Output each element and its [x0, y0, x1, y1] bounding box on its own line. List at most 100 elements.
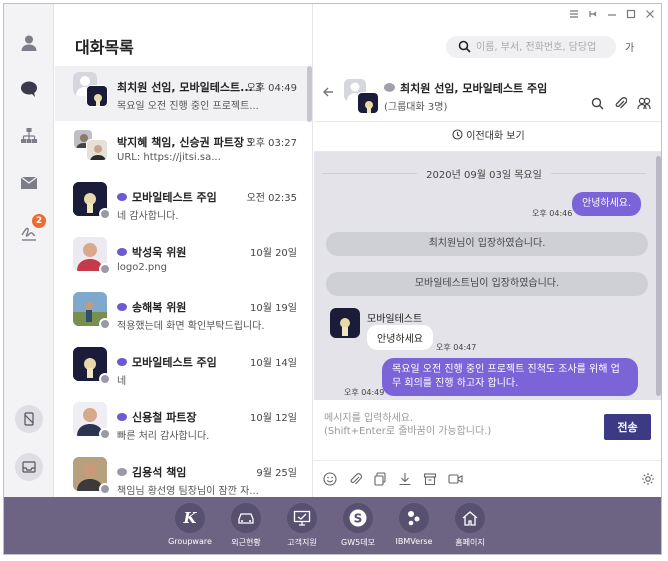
- message-time: 오후 04:47: [436, 343, 477, 352]
- avatar: [73, 402, 111, 440]
- avatar-photo: [86, 85, 108, 107]
- dock-item-field-work[interactable]: 외근현황: [214, 503, 278, 548]
- attach-icon[interactable]: [348, 472, 362, 486]
- dock-item-groupware[interactable]: K Groupware: [158, 503, 222, 546]
- list-item[interactable]: 모바일테스트 주임 10월 14일 네: [55, 341, 307, 396]
- chat-bubble-icon: [117, 248, 127, 256]
- status-dot: [99, 208, 111, 220]
- message-time: 오후 04:49: [344, 388, 385, 397]
- chat-header-actions: [591, 97, 651, 110]
- archive-icon[interactable]: [423, 472, 437, 486]
- inbox-icon[interactable]: [15, 453, 43, 481]
- maximize-icon[interactable]: [626, 9, 636, 19]
- side-rail: 2: [4, 4, 54, 497]
- list-item[interactable]: 신용철 파트장 10월 12일 빠른 처리 감사합니다.: [55, 396, 307, 451]
- sign-badge: 2: [32, 214, 46, 228]
- message-input[interactable]: [324, 412, 594, 448]
- list-item[interactable]: 박지혜 책임, 신승권 파트장 3 오후 03:27 URL: https://j…: [55, 121, 307, 176]
- avatar: [73, 72, 109, 108]
- status-dot: [99, 263, 111, 275]
- avatar-photo: [357, 92, 379, 114]
- conversation-name: 최치원 선임, 모바일테스트... 3: [117, 81, 262, 94]
- avatar-photo: [86, 139, 108, 161]
- conversation-time: 오전 02:35: [246, 193, 297, 204]
- font-size-button[interactable]: 가: [625, 39, 634, 54]
- attach-icon[interactable]: [614, 97, 627, 110]
- org-icon[interactable]: [14, 121, 44, 151]
- settings-icon[interactable]: [641, 472, 655, 486]
- avatar: [344, 79, 380, 115]
- minimize-icon[interactable]: [607, 9, 617, 19]
- chat-bubble-icon: [117, 193, 127, 201]
- car-icon: [231, 503, 261, 533]
- mail-icon[interactable]: [14, 168, 44, 198]
- conversation-name: 김용석 책임: [117, 464, 186, 480]
- video-icon[interactable]: [448, 472, 463, 486]
- list-scrollbar[interactable]: [307, 66, 312, 122]
- list-item[interactable]: 최치원 선임, 모바일테스트... 3 오후 04:49 목요일 오전 진행 중인…: [55, 66, 307, 121]
- chat-icon[interactable]: [14, 74, 44, 104]
- person-icon[interactable]: [14, 28, 44, 58]
- avatar: [73, 182, 111, 220]
- avatar: [73, 292, 111, 330]
- chat-title: 최치원 선임, 모바일테스트 주임: [384, 80, 547, 96]
- emoji-icon[interactable]: [323, 472, 337, 486]
- conversation-preview: 빠른 처리 감사합니다.: [117, 431, 210, 442]
- bottom-dock: K Groupware 외근현황 고객지원 S GW5데모 IBMVerse 홈…: [4, 497, 661, 554]
- chat-panel: 최치원 선임, 모바일테스트 주임 (그룹대화 3명) 이전대화 보기 2020…: [314, 66, 661, 497]
- download-icon[interactable]: [398, 472, 412, 486]
- conversation-name: 모바일테스트 주임: [117, 354, 217, 370]
- conversation-name: 모바일테스트 주임: [117, 189, 217, 205]
- chat-bubble-icon: [384, 83, 395, 92]
- previous-chat-button[interactable]: 이전대화 보기: [314, 122, 661, 152]
- search-icon[interactable]: [458, 40, 471, 53]
- avatar: [73, 457, 111, 495]
- message-area: 2020년 09월 03일 목요일 오후 04:46 안녕하세요. 최치원님이 …: [314, 152, 661, 399]
- sender-name: 모바일테스트: [367, 314, 423, 325]
- copy-icon[interactable]: [373, 472, 387, 486]
- dock-item-support[interactable]: 고객지원: [270, 503, 334, 548]
- avatar-photo: [330, 308, 360, 338]
- pin-icon[interactable]: [588, 9, 598, 19]
- conversation-time: 오후 03:27: [246, 138, 297, 149]
- conversation-preview: 책임님 황선영 팀장님이 잠깐 자...: [117, 486, 259, 497]
- conversation-time: 오후 04:49: [246, 83, 297, 94]
- bookmark-icon[interactable]: [15, 405, 43, 433]
- close-icon[interactable]: [645, 9, 655, 19]
- search-icon[interactable]: [591, 97, 604, 110]
- dock-item-ibm-verse[interactable]: IBMVerse: [382, 503, 446, 546]
- message-time: 오후 04:46: [532, 209, 573, 218]
- page-title: 대화목록: [75, 38, 134, 57]
- dock-item-homepage[interactable]: 홈페이지: [438, 503, 502, 548]
- monitor-icon: [287, 503, 317, 533]
- conversation-time: 10월 12일: [249, 413, 297, 424]
- conversation-preview: 목요일 오전 진행 중인 프로젝트...: [117, 101, 259, 112]
- menu-icon[interactable]: [569, 9, 579, 19]
- conversation-preview: logo2.png: [117, 262, 167, 273]
- chat-subtitle: (그룹대화 3명): [384, 102, 448, 113]
- sign-icon[interactable]: 2: [14, 214, 46, 248]
- status-dot: [99, 428, 111, 440]
- list-item[interactable]: 박성욱 위원 10월 20일 logo2.png: [55, 231, 307, 286]
- conversation-name: 송해복 위원: [117, 299, 186, 315]
- search-box: [446, 36, 616, 58]
- groupware-icon: K: [175, 503, 205, 533]
- status-dot: [99, 483, 111, 495]
- dock-item-gw5-demo[interactable]: S GW5데모: [326, 503, 390, 548]
- avatar: [73, 347, 111, 385]
- conversation-time: 10월 19일: [249, 303, 297, 314]
- members-icon[interactable]: [637, 97, 651, 110]
- date-divider: 2020년 09월 03일 목요일: [322, 166, 646, 181]
- composer: 전송: [314, 399, 661, 497]
- list-item[interactable]: 모바일테스트 주임 오전 02:35 네 감사합니다.: [55, 176, 307, 231]
- list-item[interactable]: 송해복 위원 10월 19일 적용했는데 화면 확인부탁드립니다.: [55, 286, 307, 341]
- search-input[interactable]: [476, 39, 611, 55]
- send-button[interactable]: 전송: [604, 414, 651, 440]
- system-message: 모바일테스트님이 입장하였습니다.: [326, 272, 648, 296]
- back-arrow-icon[interactable]: [322, 86, 334, 102]
- app-window: 2 대화목록 최치원 선임, 모바일테스트... 3 오후 04:49 목요일 오…: [3, 3, 662, 555]
- my-message: 안녕하세요.: [572, 192, 642, 216]
- conversation-preview: URL: https://jitsi.sa...: [117, 152, 221, 163]
- history-icon: [452, 129, 463, 140]
- message-scrollbar[interactable]: [656, 156, 661, 396]
